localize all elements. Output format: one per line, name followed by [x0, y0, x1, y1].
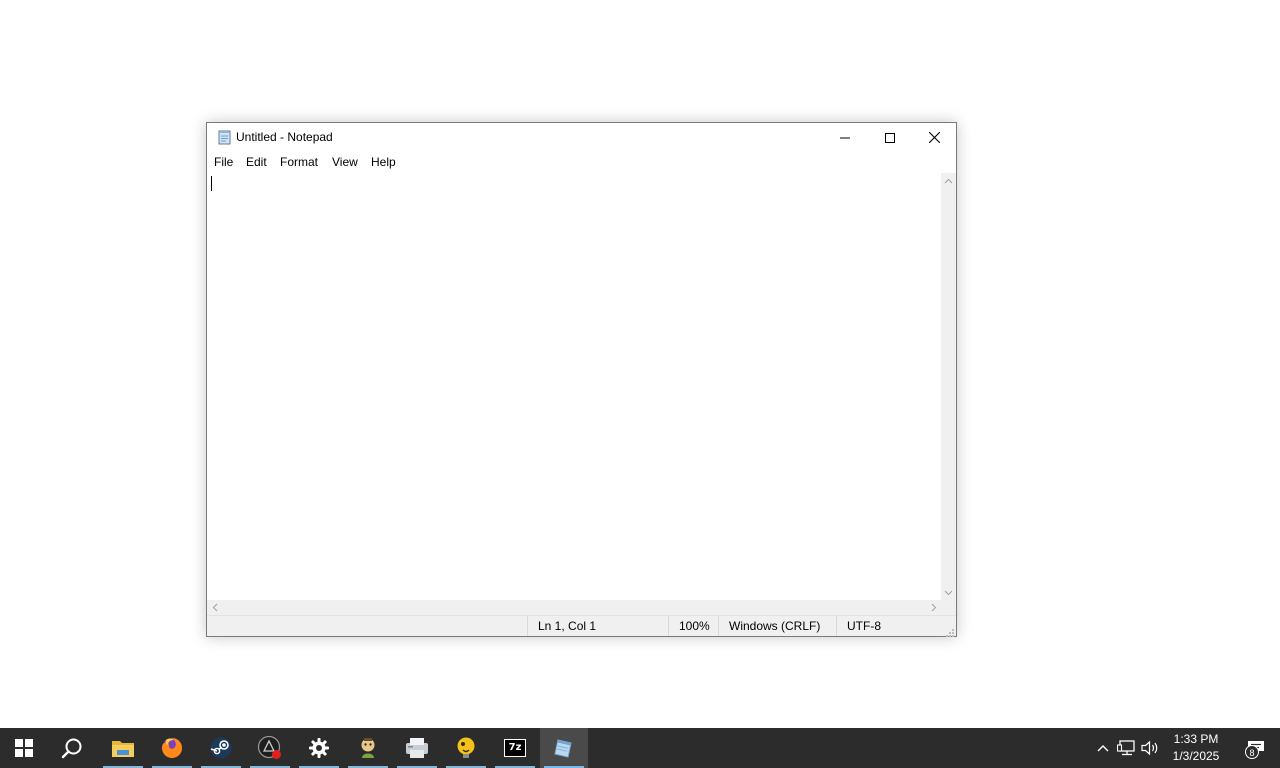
folder-icon: [112, 741, 134, 757]
vertical-scrollbar[interactable]: [941, 173, 956, 600]
dark-app-icon: [257, 735, 281, 759]
taskbar-file-explorer[interactable]: [99, 728, 147, 768]
status-encoding: UTF-8: [836, 616, 944, 636]
clock-time: 1:33 PM: [1173, 732, 1219, 746]
menu-file[interactable]: File: [213, 155, 234, 169]
start-button[interactable]: [0, 728, 48, 768]
search-button[interactable]: [48, 728, 96, 768]
notepad-icon: [554, 739, 572, 758]
status-line-ending: Windows (CRLF): [718, 616, 836, 636]
text-caret: [211, 176, 212, 191]
resize-grip-icon[interactable]: [945, 625, 955, 637]
scrollbar-corner: [941, 600, 956, 615]
taskbar-dark-app[interactable]: [246, 728, 294, 768]
menu-bar: File Edit Format View Help: [207, 152, 956, 173]
chevron-up-icon: [1097, 745, 1109, 752]
status-position: Ln 1, Col 1: [527, 616, 668, 636]
printer-icon: [406, 738, 428, 758]
close-button[interactable]: [912, 123, 957, 152]
lightbulb-icon: [457, 737, 475, 758]
maximize-icon: [884, 132, 895, 143]
notepad-window: Untitled - Notepad File Edit Format View…: [206, 122, 957, 637]
scroll-right-arrow-icon[interactable]: [926, 600, 941, 615]
volume-icon: [1141, 740, 1158, 756]
horizontal-scrollbar[interactable]: [207, 600, 941, 615]
menu-help[interactable]: Help: [370, 155, 397, 169]
search-icon: [61, 738, 82, 759]
show-hidden-icons-button[interactable]: [1093, 738, 1113, 758]
character-icon: [361, 738, 375, 758]
maximize-button[interactable]: [867, 123, 912, 152]
network-icon: [1117, 740, 1135, 756]
notification-count-badge: 8: [1245, 745, 1259, 759]
taskbar-notepad[interactable]: [540, 728, 588, 768]
clock-date: 1/3/2025: [1172, 749, 1220, 763]
status-bar: Ln 1, Col 1 100% Windows (CRLF) UTF-8: [207, 615, 956, 637]
taskbar-bulb-app[interactable]: [442, 728, 490, 768]
taskbar: 7z 1:33 PM 1/3/2025 8: [0, 728, 1280, 768]
windows-start-icon: [15, 739, 33, 757]
taskbar-firefox[interactable]: [148, 728, 196, 768]
7zip-icon: 7z: [504, 739, 526, 757]
taskbar-7zip[interactable]: 7z: [491, 728, 539, 768]
taskbar-character-app[interactable]: [344, 728, 392, 768]
network-button[interactable]: [1117, 738, 1137, 758]
scroll-up-arrow-icon[interactable]: [941, 173, 956, 188]
taskbar-steam[interactable]: [197, 728, 245, 768]
taskbar-settings[interactable]: [295, 728, 343, 768]
menu-edit[interactable]: Edit: [245, 155, 268, 169]
window-title: Untitled - Notepad: [236, 130, 333, 144]
status-zoom: 100%: [668, 616, 718, 636]
menu-view[interactable]: View: [331, 155, 359, 169]
desktop: Untitled - Notepad File Edit Format View…: [0, 0, 1280, 768]
firefox-icon: [162, 737, 183, 758]
title-bar[interactable]: Untitled - Notepad: [207, 123, 956, 152]
taskbar-printer-app[interactable]: [393, 728, 441, 768]
gear-icon: [309, 738, 329, 758]
scroll-left-arrow-icon[interactable]: [207, 600, 222, 615]
notepad-icon: [217, 130, 232, 145]
close-icon: [929, 132, 940, 143]
minimize-button[interactable]: [822, 123, 867, 152]
steam-icon: [210, 737, 232, 759]
volume-button[interactable]: [1141, 738, 1161, 758]
minimize-icon: [839, 137, 850, 138]
menu-format[interactable]: Format: [279, 155, 319, 169]
scroll-down-arrow-icon[interactable]: [941, 585, 956, 600]
text-editor[interactable]: [207, 173, 941, 600]
system-clock[interactable]: 1:33 PM 1/3/2025: [1166, 731, 1226, 765]
